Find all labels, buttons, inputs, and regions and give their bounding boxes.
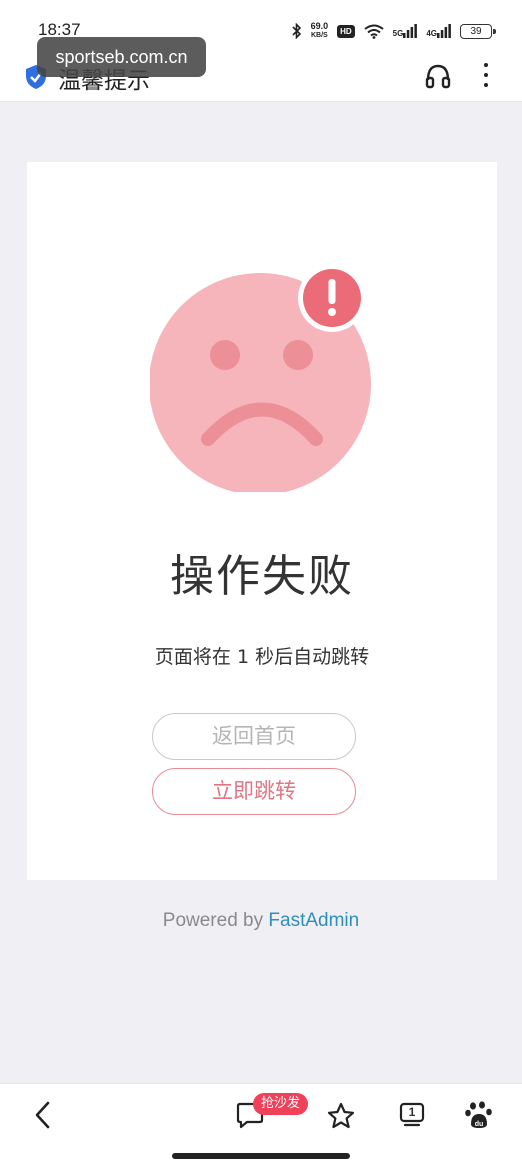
signal-4g: 4G [426, 24, 451, 38]
powered-prefix: Powered by [162, 910, 269, 931]
return-home-button[interactable]: 返回首页 [152, 713, 356, 760]
home-indicator[interactable] [172, 1153, 350, 1159]
headphone-icon[interactable] [424, 62, 452, 90]
net-speed-unit: KB/S [310, 32, 328, 39]
bottom-nav: 抢沙发 1 du [0, 1083, 522, 1169]
status-icons: 69.0 KB/S HD 5G 4G 39 [291, 20, 496, 42]
battery-indicator: 39 [460, 23, 496, 39]
wifi-icon [364, 24, 384, 39]
more-options-icon[interactable] [476, 60, 496, 90]
hd-badge: HD [337, 24, 355, 38]
signal-5g: 5G [393, 24, 418, 38]
svg-text:du: du [475, 1121, 484, 1128]
signal-5g-label: 5G [392, 29, 404, 38]
bluetooth-icon [291, 23, 301, 39]
signal-4g-label: 4G [426, 29, 437, 38]
message-card: 操作失败 页面将在 1 秒后自动跳转 返回首页 立即跳转 [27, 162, 497, 880]
star-icon[interactable] [326, 1101, 356, 1131]
signal-bars-icon [437, 24, 451, 38]
signal-bars-icon [403, 24, 418, 38]
back-icon[interactable] [32, 1100, 54, 1130]
net-speed-value: 69.0 [310, 21, 329, 31]
comment-badge: 抢沙发 [253, 1093, 309, 1115]
error-heading: 操作失败 [170, 551, 354, 602]
net-speed: 69.0 KB/S [311, 22, 329, 40]
watermark: sportseb.com.cn [37, 37, 206, 77]
alert-icon [298, 264, 366, 332]
jump-now-button[interactable]: 立即跳转 [152, 768, 356, 815]
tabs-icon[interactable]: 1 [398, 1101, 426, 1129]
redirect-message: 页面将在 1 秒后自动跳转 [154, 646, 370, 668]
powered-by: Powered by FastAdmin [0, 910, 522, 932]
tabs-count: 1 [408, 1105, 416, 1119]
baidu-paw-icon[interactable]: du [464, 1100, 494, 1130]
fastadmin-link[interactable]: FastAdmin [268, 910, 359, 931]
sad-face-icon [150, 264, 371, 492]
